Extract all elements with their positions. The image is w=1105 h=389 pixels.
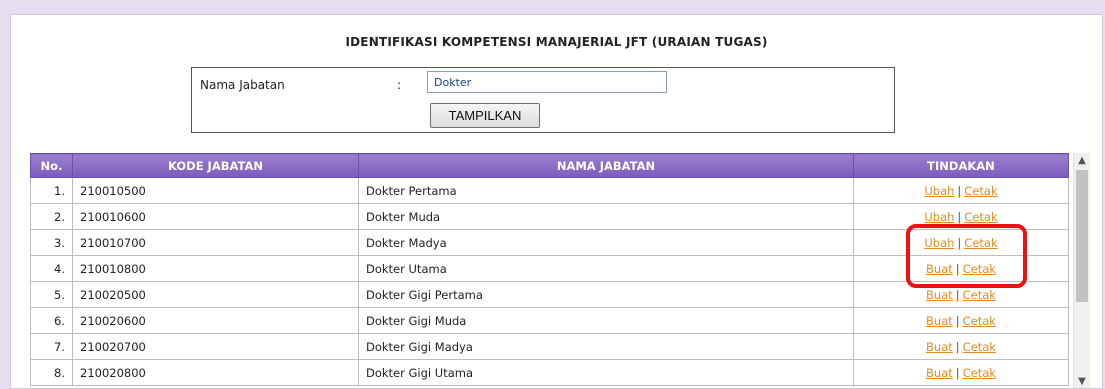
cetak-link[interactable]: Cetak — [963, 340, 996, 354]
row-no: 3. — [30, 229, 73, 256]
ubah-link[interactable]: Ubah — [924, 210, 954, 224]
row-no: 7. — [30, 333, 73, 360]
table-header-row: No. KODE JABATAN NAMA JABATAN TINDAKAN — [30, 153, 1069, 178]
scrollbar-thumb[interactable] — [1076, 170, 1088, 302]
row-kode: 210010600 — [72, 203, 359, 230]
row-nama: Dokter Gigi Muda — [358, 307, 854, 334]
row-kode: 210020600 — [72, 307, 359, 334]
row-actions: Ubah | Cetak — [853, 177, 1069, 204]
table-row: 6. 210020600 Dokter Gigi Muda Buat | Cetak — [30, 307, 1069, 334]
action-separator: | — [955, 365, 960, 380]
header-tindakan: TINDAKAN — [853, 153, 1069, 178]
buat-link[interactable]: Buat — [926, 314, 953, 328]
form-colon: : — [397, 78, 402, 92]
action-separator: | — [955, 339, 960, 354]
row-kode: 210020700 — [72, 333, 359, 360]
row-nama: Dokter Muda — [358, 203, 854, 230]
row-nama: Dokter Gigi Utama — [358, 359, 854, 386]
row-no: 2. — [30, 203, 73, 230]
row-kode: 210010800 — [72, 255, 359, 282]
row-no: 1. — [30, 177, 73, 204]
buat-link[interactable]: Buat — [926, 288, 953, 302]
row-actions: Buat | Cetak — [853, 359, 1069, 386]
row-kode: 210020800 — [72, 359, 359, 386]
action-separator: | — [957, 183, 962, 198]
chevron-down-icon[interactable]: ▼ — [1074, 374, 1090, 388]
row-kode: 210020500 — [72, 281, 359, 308]
row-nama: Dokter Madya — [358, 229, 854, 256]
nama-jabatan-input[interactable] — [427, 71, 667, 93]
row-nama: Dokter Pertama — [358, 177, 854, 204]
row-no: 4. — [30, 255, 73, 282]
cetak-link[interactable]: Cetak — [963, 288, 996, 302]
chevron-up-icon[interactable]: ▲ — [1074, 153, 1090, 169]
row-no: 5. — [30, 281, 73, 308]
header-nama-jabatan: NAMA JABATAN — [358, 153, 854, 178]
buat-link[interactable]: Buat — [926, 340, 953, 354]
row-nama: Dokter Gigi Madya — [358, 333, 854, 360]
action-separator: | — [955, 287, 960, 302]
nama-jabatan-label: Nama Jabatan — [200, 78, 285, 92]
row-actions: Buat | Cetak — [853, 307, 1069, 334]
row-kode: 210010700 — [72, 229, 359, 256]
main-panel: IDENTIFIKASI KOMPETENSI MANAJERIAL JFT (… — [10, 14, 1103, 389]
row-kode: 210010500 — [72, 177, 359, 204]
tampilkan-button[interactable]: TAMPILKAN — [430, 103, 540, 128]
action-separator: | — [957, 209, 962, 224]
cetak-link[interactable]: Cetak — [964, 210, 997, 224]
header-kode-jabatan: KODE JABATAN — [72, 153, 359, 178]
table-row: 1. 210010500 Dokter Pertama Ubah | Cetak — [30, 177, 1069, 204]
table-row: 8. 210020800 Dokter Gigi Utama Buat | Ceta… — [30, 359, 1069, 386]
search-form: Nama Jabatan : TAMPILKAN — [191, 67, 895, 133]
row-nama: Dokter Gigi Pertama — [358, 281, 854, 308]
header-no: No. — [30, 153, 73, 178]
highlight-annotation — [906, 224, 1027, 288]
row-nama: Dokter Utama — [358, 255, 854, 282]
row-no: 6. — [30, 307, 73, 334]
ubah-link[interactable]: Ubah — [924, 184, 954, 198]
cetak-link[interactable]: Cetak — [964, 184, 997, 198]
row-actions: Buat | Cetak — [853, 333, 1069, 360]
action-separator: | — [955, 313, 960, 328]
row-no: 8. — [30, 359, 73, 386]
cetak-link[interactable]: Cetak — [963, 314, 996, 328]
buat-link[interactable]: Buat — [926, 366, 953, 380]
cetak-link[interactable]: Cetak — [963, 366, 996, 380]
table-row: 7. 210020700 Dokter Gigi Madya Buat | Ceta… — [30, 333, 1069, 360]
page-title: IDENTIFIKASI KOMPETENSI MANAJERIAL JFT (… — [345, 35, 768, 49]
vertical-scrollbar[interactable]: ▲ ▼ — [1073, 153, 1090, 388]
